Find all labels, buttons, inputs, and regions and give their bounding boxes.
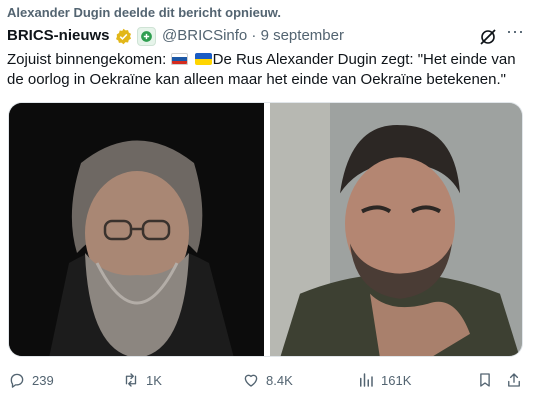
author-display-name[interactable]: BRICS-nieuws xyxy=(7,27,110,44)
heart-icon xyxy=(244,374,258,387)
tweet-text-intro: Zojuist binnengekomen: xyxy=(7,51,171,68)
reply-button[interactable]: 239 xyxy=(8,368,54,392)
views-chart-icon xyxy=(360,373,373,387)
share-icon xyxy=(508,373,520,387)
bookmark-button[interactable] xyxy=(476,368,494,392)
reply-icon xyxy=(10,373,24,388)
grok-icon[interactable] xyxy=(478,27,498,47)
reply-count: 239 xyxy=(32,372,54,388)
tweet-actions: 239 1K 8.4K 161K xyxy=(0,368,535,392)
affiliation-badge-icon[interactable] xyxy=(137,27,156,46)
view-count: 161K xyxy=(381,372,412,388)
tweet-media xyxy=(8,102,523,357)
like-count: 8.4K xyxy=(266,372,293,388)
more-options-icon[interactable]: ⋯ xyxy=(506,22,525,43)
bookmark-icon xyxy=(480,373,490,387)
repost-count: 1K xyxy=(146,372,162,388)
flag-russia-icon xyxy=(171,53,189,65)
flag-ukraine-icon xyxy=(194,53,212,65)
author-handle-and-time[interactable]: @BRICSinfo · 9 september xyxy=(162,27,344,44)
tweet-text: Zojuist binnengekomen: De Rus Alexander … xyxy=(7,50,527,90)
photo-left[interactable] xyxy=(9,103,264,356)
repost-button[interactable]: 1K xyxy=(122,368,162,392)
tweet-header: BRICS-nieuws @BRICSinfo · 9 september ⋯ xyxy=(7,22,527,47)
repost-icon xyxy=(125,373,137,387)
share-button[interactable] xyxy=(505,368,523,392)
views-button[interactable]: 161K xyxy=(357,368,411,392)
like-button[interactable]: 8.4K xyxy=(242,368,293,392)
photo-right[interactable] xyxy=(270,103,522,356)
repost-banner[interactable]: Alexander Dugin deelde dit bericht opnie… xyxy=(7,5,281,20)
verified-badge-icon xyxy=(116,28,131,45)
photo-right-drawing xyxy=(270,103,522,356)
photo-left-drawing xyxy=(9,103,264,356)
